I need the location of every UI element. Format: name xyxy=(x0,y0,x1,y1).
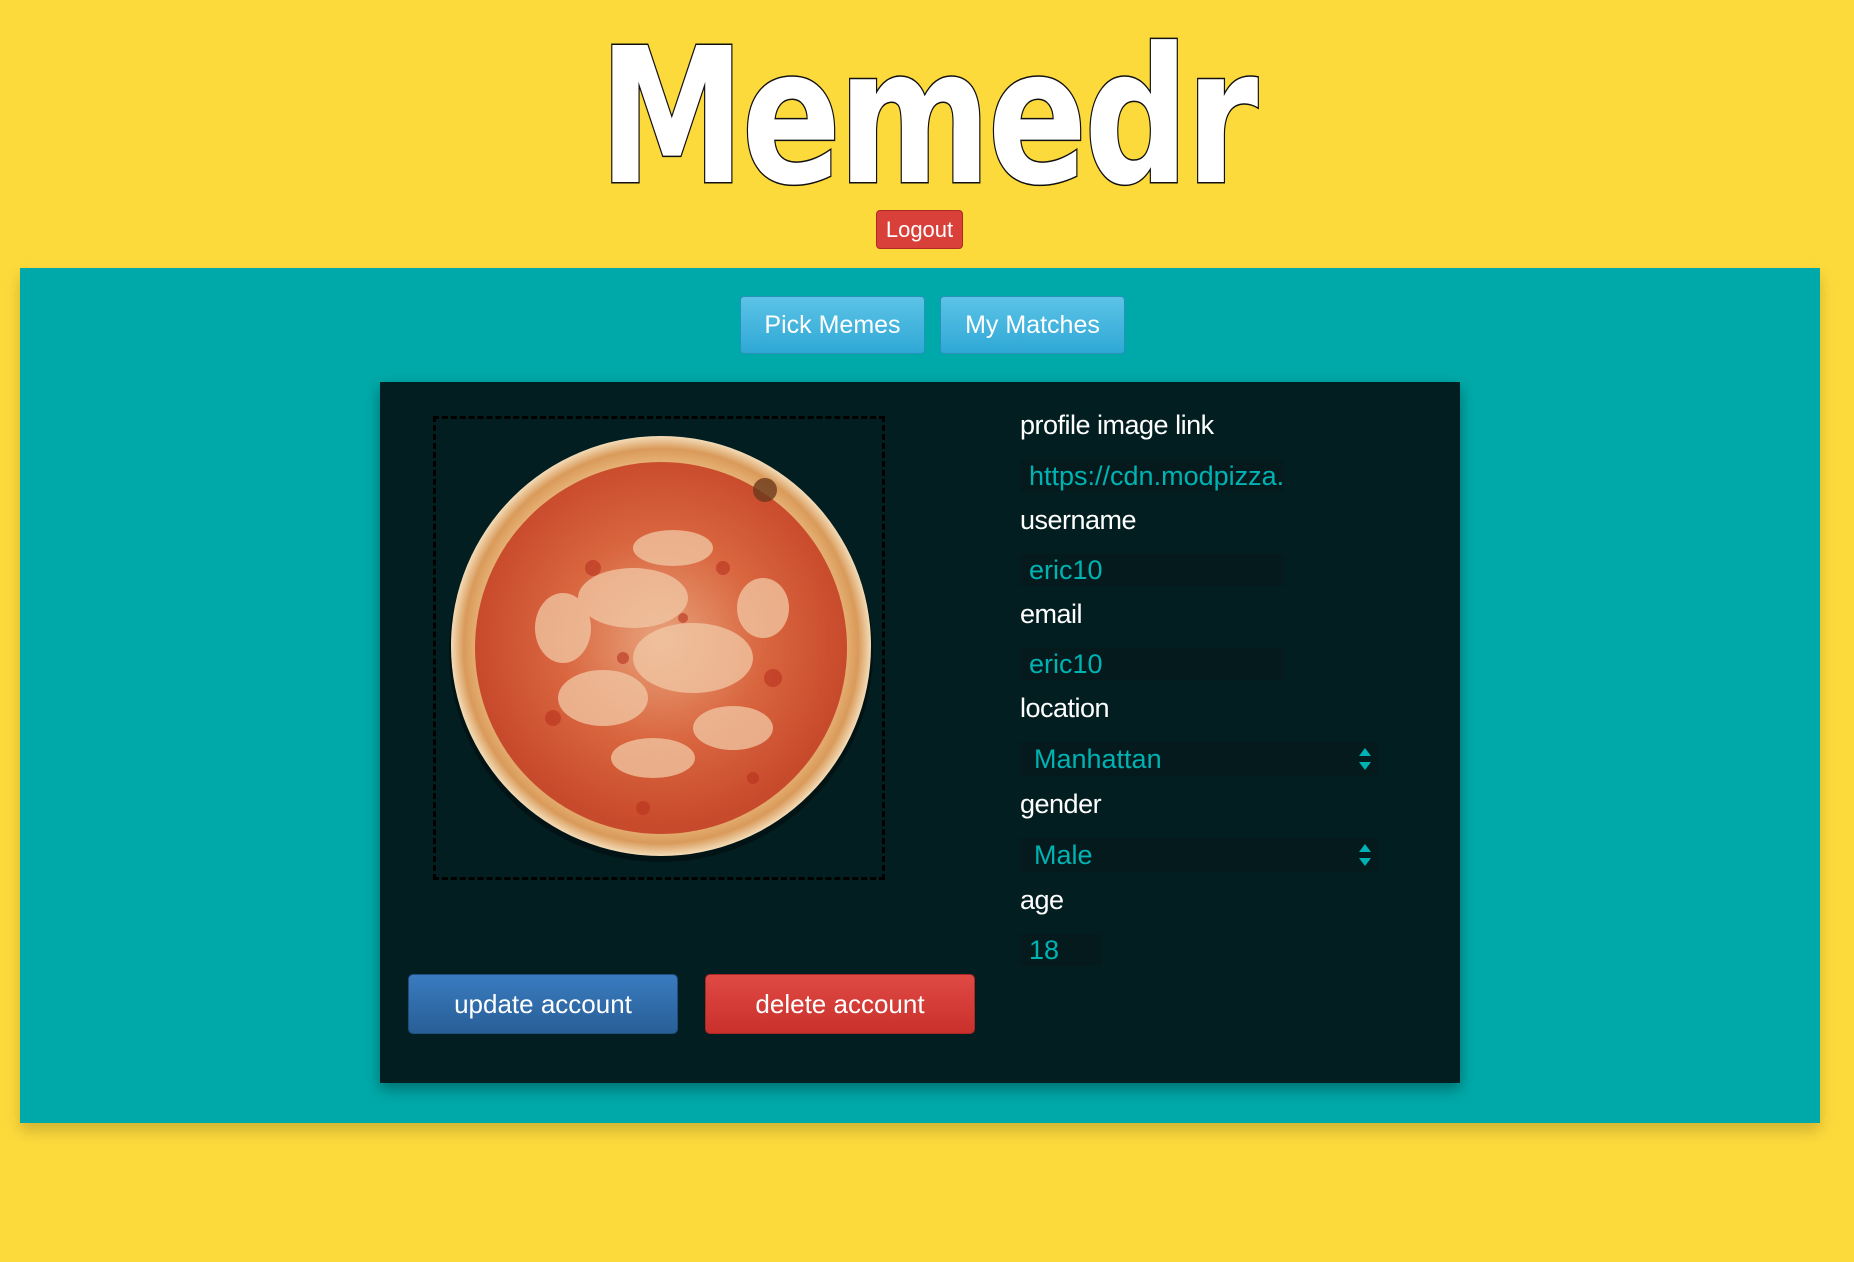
location-select-value: Manhattan xyxy=(1034,744,1162,774)
pick-memes-button[interactable]: Pick Memes xyxy=(740,296,925,354)
my-matches-button[interactable]: My Matches xyxy=(940,296,1125,354)
gender-select-value: Male xyxy=(1034,840,1093,870)
username-input[interactable]: eric10 xyxy=(1020,554,1284,586)
profile-panel: update account delete account profile im… xyxy=(380,382,1460,1083)
email-input[interactable]: eric10 xyxy=(1020,648,1284,680)
updown-arrows-icon xyxy=(1359,844,1371,866)
location-select[interactable]: Manhattan xyxy=(1020,742,1378,776)
gender-label: gender xyxy=(1020,789,1102,819)
profile-image-pizza xyxy=(449,436,873,862)
app-logo: Memedr xyxy=(598,8,1260,227)
main-band: Pick Memes My Matches update account del… xyxy=(20,268,1820,1123)
username-label: username xyxy=(1020,505,1137,535)
logout-button[interactable]: Logout xyxy=(876,210,963,249)
location-label: location xyxy=(1020,693,1110,723)
profile-image-dropzone[interactable] xyxy=(433,416,885,880)
age-label: age xyxy=(1020,885,1064,915)
image-link-input[interactable]: https://cdn.modpizza.c xyxy=(1020,460,1284,492)
updown-arrows-icon xyxy=(1359,748,1371,770)
email-label: email xyxy=(1020,599,1083,629)
header: Memedr Logout xyxy=(0,0,1854,268)
update-account-button[interactable]: update account xyxy=(408,974,678,1034)
age-input[interactable]: 18 xyxy=(1020,934,1102,966)
image-link-label: profile image link xyxy=(1020,410,1214,440)
gender-select[interactable]: Male xyxy=(1020,838,1378,872)
delete-account-button[interactable]: delete account xyxy=(705,974,975,1034)
